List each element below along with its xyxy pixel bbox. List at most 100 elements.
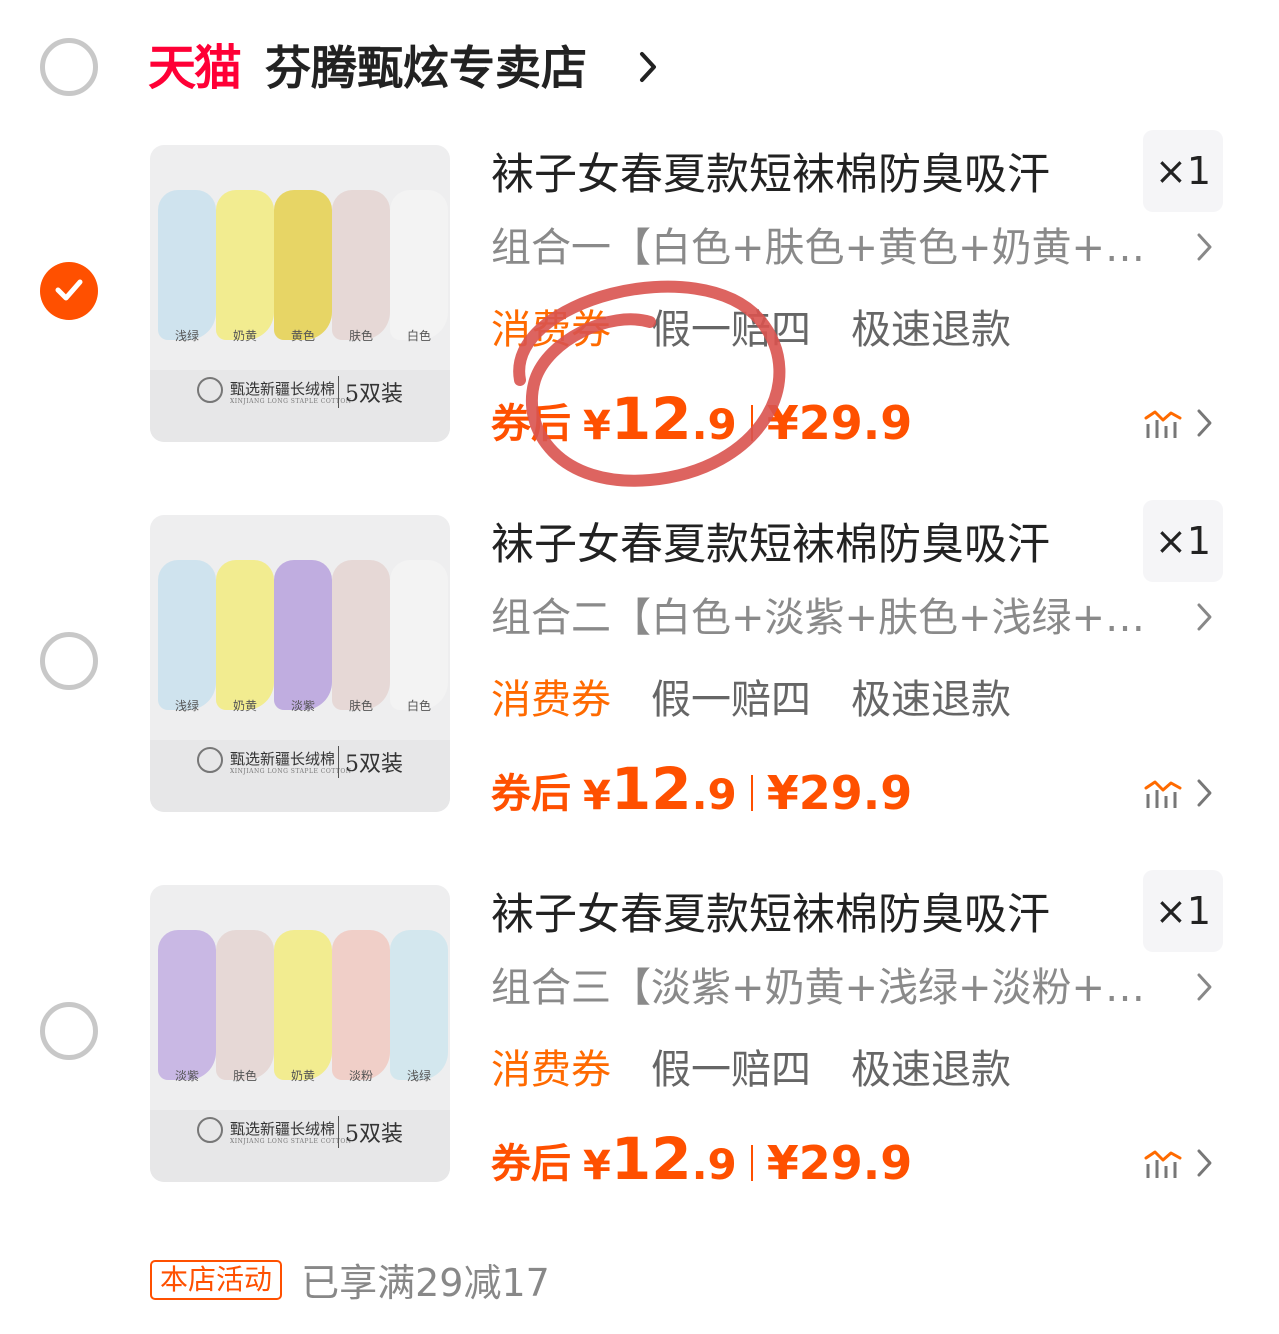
price-separator xyxy=(750,1145,753,1181)
original-price: ¥29.9 xyxy=(766,766,913,820)
chevron-right-icon[interactable] xyxy=(1195,1147,1215,1179)
sock-color-label: 淡紫 xyxy=(174,1069,199,1083)
product-title[interactable]: 袜子女春夏款短袜棉防臭吸汗 xyxy=(491,887,1050,943)
price-separator xyxy=(750,775,753,811)
price-trend-icon[interactable] xyxy=(1143,778,1183,810)
sock-color-label: 白色 xyxy=(406,699,431,713)
chevron-right-icon[interactable] xyxy=(1195,971,1215,1003)
thumbnail-band-subtext: XINJIANG LONG STAPLE COTTON xyxy=(230,768,352,775)
sock-color-label: 浅绿 xyxy=(174,329,199,343)
sock-image xyxy=(158,930,216,1080)
sock-image xyxy=(332,560,390,710)
sock-image xyxy=(332,190,390,340)
price-trend-icon[interactable] xyxy=(1143,1148,1183,1180)
sock-color-label: 淡紫 xyxy=(290,699,315,713)
quantity-button[interactable]: ×1 xyxy=(1143,500,1223,582)
sock-color-label: 白色 xyxy=(406,329,431,343)
thumbnail-band-subtext: XINJIANG LONG STAPLE COTTON xyxy=(230,1138,352,1145)
thumbnail-band-text: 甄选新疆长绒棉 xyxy=(230,380,336,398)
currency-symbol: ¥ xyxy=(583,403,611,449)
store-select-radio[interactable] xyxy=(40,38,98,96)
sock-color-label: 肤色 xyxy=(348,699,373,713)
price-integer: 12 xyxy=(610,755,692,823)
sock-image xyxy=(390,930,448,1080)
sock-image xyxy=(216,930,274,1080)
thumbnail-band-text: 甄选新疆长绒棉 xyxy=(230,750,336,768)
coupon-tag: 消费券 xyxy=(491,1047,611,1093)
thumbnail-band-subtext: XINJIANG LONG STAPLE COTTON xyxy=(230,398,352,405)
price-integer: 12 xyxy=(610,385,692,453)
sock-image xyxy=(274,560,332,710)
price-decimal: .9 xyxy=(691,400,737,449)
sock-image xyxy=(332,930,390,1080)
product-thumbnail[interactable]: 浅绿 奶黄 淡紫 肤色 白色 甄选新疆长绒棉 XINJIANG LONG STAPLE CO… xyxy=(150,515,450,812)
original-price: ¥29.9 xyxy=(766,1136,913,1190)
service-tags: 消费券 假一赔四 极速退款 xyxy=(491,302,1051,358)
sock-image xyxy=(390,190,448,340)
promo-badge: 本店活动 xyxy=(150,1259,283,1300)
sku-selector[interactable]: 组合二【白色+淡紫+肤色+浅绿+… xyxy=(491,590,1171,646)
tmall-logo: 天猫 xyxy=(148,40,242,96)
chevron-right-icon[interactable] xyxy=(1195,601,1215,633)
cotton-logo-icon xyxy=(197,747,223,773)
service-tag: 极速退款 xyxy=(851,677,1011,723)
store-name[interactable]: 芬腾甄炫专卖店 xyxy=(265,40,587,96)
store-promo: 本店活动 已享满29减17 xyxy=(150,1252,550,1305)
sock-image xyxy=(216,560,274,710)
sock-color-label: 肤色 xyxy=(232,1069,257,1083)
price-label: 券后 xyxy=(491,401,571,447)
sock-image xyxy=(274,930,332,1080)
price-separator xyxy=(750,405,753,441)
price-row: 券后 ¥12.9 ¥29.9 xyxy=(491,385,912,455)
coupon-tag: 消费券 xyxy=(491,677,611,723)
store-header: 天猫 芬腾甄炫专卖店 xyxy=(0,0,1279,130)
item-select-radio[interactable] xyxy=(40,632,98,690)
sku-selector[interactable]: 组合三【淡紫+奶黄+浅绿+淡粉+… xyxy=(491,960,1171,1016)
check-icon xyxy=(55,279,83,301)
price-row: 券后 ¥12.9 ¥29.9 xyxy=(491,1125,912,1195)
service-tag: 极速退款 xyxy=(851,1047,1011,1093)
sock-image xyxy=(390,560,448,710)
thumbnail-pack-label: 5双装 xyxy=(338,746,403,778)
price-decimal: .9 xyxy=(691,770,737,819)
item-select-radio[interactable] xyxy=(40,262,98,320)
service-tags: 消费券 假一赔四 极速退款 xyxy=(491,1042,1051,1098)
product-thumbnail[interactable]: 淡紫 肤色 奶黄 淡粉 浅绿 甄选新疆长绒棉 XINJIANG LONG STAPLE CO… xyxy=(150,885,450,1182)
sock-color-label: 淡粉 xyxy=(348,1069,373,1083)
sock-color-label: 奶黄 xyxy=(232,329,257,343)
thumbnail-band-text: 甄选新疆长绒棉 xyxy=(230,1120,336,1138)
service-tag: 假一赔四 xyxy=(651,1047,811,1093)
chevron-right-icon[interactable] xyxy=(1195,231,1215,263)
quantity-button[interactable]: ×1 xyxy=(1143,130,1223,212)
cart-item[interactable]: 浅绿 奶黄 淡紫 肤色 白色 甄选新疆长绒棉 XINJIANG LONG STAPLE CO… xyxy=(0,500,1279,823)
sku-selector[interactable]: 组合一【白色+肤色+黄色+奶黄+… xyxy=(491,220,1171,276)
product-title[interactable]: 袜子女春夏款短袜棉防臭吸汗 xyxy=(491,517,1050,573)
sock-image xyxy=(216,190,274,340)
cotton-logo-icon xyxy=(197,377,223,403)
thumbnail-pack-label: 5双装 xyxy=(338,376,403,408)
promo-text: 已享满29减17 xyxy=(301,1261,550,1305)
currency-symbol: ¥ xyxy=(583,773,611,819)
price-trend-icon[interactable] xyxy=(1143,408,1183,440)
currency-symbol: ¥ xyxy=(583,1143,611,1189)
cart-item[interactable]: 淡紫 肤色 奶黄 淡粉 浅绿 甄选新疆长绒棉 XINJIANG LONG STAPLE CO… xyxy=(0,870,1279,1193)
product-thumbnail[interactable]: 浅绿 奶黄 黄色 肤色 白色 甄选新疆长绒棉 XINJIANG LONG STAPLE CO… xyxy=(150,145,450,442)
chevron-right-icon[interactable] xyxy=(1195,777,1215,809)
sock-image xyxy=(274,190,332,340)
item-select-radio[interactable] xyxy=(40,1002,98,1060)
price-row: 券后 ¥12.9 ¥29.9 xyxy=(491,755,912,825)
coupon-tag: 消费券 xyxy=(491,307,611,353)
chevron-right-icon[interactable] xyxy=(638,50,660,84)
price-label: 券后 xyxy=(491,771,571,817)
cart-item[interactable]: 浅绿 奶黄 黄色 肤色 白色 甄选新疆长绒棉 XINJIANG LONG STAPLE CO… xyxy=(0,130,1279,453)
service-tag: 假一赔四 xyxy=(651,677,811,723)
price-label: 券后 xyxy=(491,1141,571,1187)
quantity-button[interactable]: ×1 xyxy=(1143,870,1223,952)
sock-color-label: 肤色 xyxy=(348,329,373,343)
sock-color-label: 奶黄 xyxy=(232,699,257,713)
product-title[interactable]: 袜子女春夏款短袜棉防臭吸汗 xyxy=(491,147,1050,203)
service-tag: 极速退款 xyxy=(851,307,1011,353)
sock-image xyxy=(158,190,216,340)
chevron-right-icon[interactable] xyxy=(1195,407,1215,439)
price-decimal: .9 xyxy=(691,1140,737,1189)
